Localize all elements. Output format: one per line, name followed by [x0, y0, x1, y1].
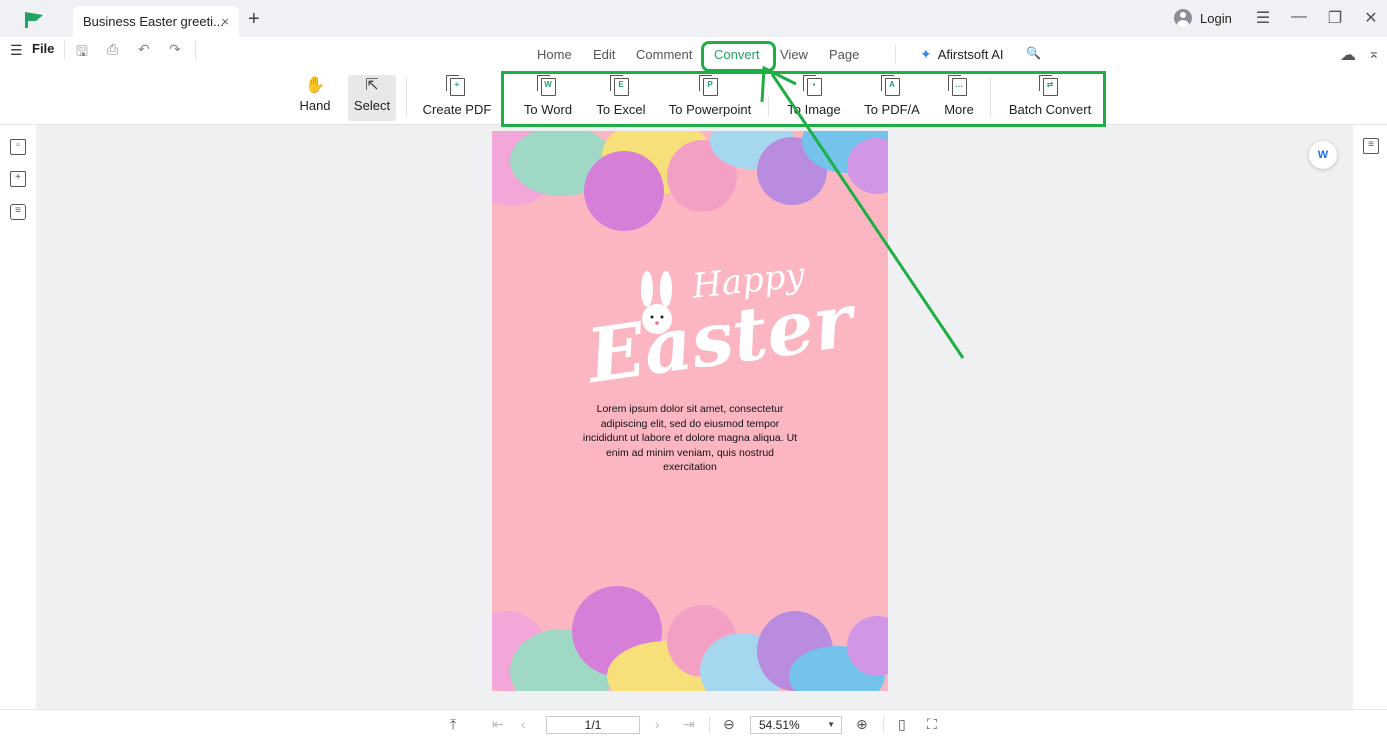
chevron-down-icon: ▼: [827, 720, 835, 729]
hand-icon: ✋: [305, 77, 325, 94]
login-button[interactable]: Login: [1174, 9, 1232, 27]
comment-icon[interactable]: ≡: [10, 204, 26, 220]
create-pdf-label: Create PDF: [422, 102, 492, 117]
thumbnail-icon[interactable]: ▫: [10, 139, 26, 155]
avatar-icon: [1174, 9, 1192, 27]
to-powerpoint-button[interactable]: P To Powerpoint: [666, 75, 754, 121]
single-page-icon[interactable]: ▯: [898, 716, 906, 733]
document-tab[interactable]: Business Easter greeti... ×: [73, 6, 239, 37]
tab-comment[interactable]: Comment: [636, 47, 692, 62]
powerpoint-file-icon: P: [698, 75, 718, 96]
divider: [990, 77, 991, 117]
app-logo: [25, 12, 43, 28]
print-icon[interactable]: ⎙: [107, 41, 118, 58]
divider: [709, 717, 710, 733]
file-menu[interactable]: File: [32, 41, 54, 56]
select-label: Select: [353, 98, 391, 113]
tab-close-icon[interactable]: ×: [221, 6, 229, 37]
tab-title: Business Easter greeti...: [83, 14, 224, 29]
divider: [64, 41, 65, 59]
login-label: Login: [1200, 10, 1232, 26]
zoom-out-icon[interactable]: ⊖: [723, 716, 735, 733]
hamburger-icon[interactable]: ☰: [10, 42, 23, 59]
right-sidebar: ≡: [1353, 125, 1387, 709]
hand-tool-button[interactable]: ✋ Hand: [294, 75, 336, 121]
collapse-ribbon-icon[interactable]: ⌅: [1368, 45, 1380, 62]
to-word-button[interactable]: W To Word: [520, 75, 576, 121]
last-page-icon[interactable]: ⇥: [683, 716, 695, 733]
fit-screen-icon[interactable]: ⛶: [927, 716, 937, 733]
to-excel-label: To Excel: [596, 102, 646, 117]
status-bar: ⤒ ⇤ ‹ 1/1 › ⇥ ⊖ 54.51% ▼ ⊕ ▯ ⛶: [0, 709, 1387, 739]
zoom-select[interactable]: 54.51% ▼: [750, 716, 842, 734]
batch-convert-button[interactable]: ⇄ Batch Convert: [1006, 75, 1094, 121]
menu-icon[interactable]: ☰: [1253, 8, 1273, 28]
to-powerpoint-label: To Powerpoint: [668, 102, 752, 117]
body-text: Lorem ipsum dolor sit amet, consectetur …: [582, 403, 798, 473]
zoom-in-icon[interactable]: ⊕: [856, 716, 868, 733]
zoom-value: 54.51%: [759, 718, 800, 732]
new-tab-button[interactable]: +: [248, 8, 260, 30]
create-pdf-button[interactable]: + Create PDF: [422, 75, 492, 121]
create-pdf-icon: +: [445, 75, 465, 96]
divider: [406, 77, 407, 117]
annotation-arrow: [760, 65, 965, 359]
search-icon[interactable]: 🔍: [1026, 46, 1041, 60]
scroll-top-icon[interactable]: ⤒: [450, 716, 456, 733]
tab-edit[interactable]: Edit: [593, 47, 615, 62]
page-number-input[interactable]: 1/1: [546, 716, 640, 734]
divider: [883, 717, 884, 733]
tab-home[interactable]: Home: [537, 47, 572, 62]
undo-icon[interactable]: ↶: [138, 41, 150, 58]
translate-float-button[interactable]: W: [1309, 141, 1337, 169]
title-bar: Business Easter greeti... × + Login ☰ — …: [0, 0, 1387, 37]
to-word-label: To Word: [523, 102, 573, 117]
redo-icon[interactable]: ↷: [169, 41, 181, 58]
select-tool-button[interactable]: ⇱ Select: [348, 75, 396, 121]
cloud-icon[interactable]: ☁: [1340, 45, 1356, 65]
bookmark-icon[interactable]: +: [10, 171, 26, 187]
first-page-icon[interactable]: ⇤: [492, 716, 504, 733]
hand-label: Hand: [299, 98, 331, 113]
batch-convert-label: Batch Convert: [1008, 102, 1092, 117]
cursor-icon: ⇱: [365, 77, 379, 94]
left-sidebar: ▫ + ≡: [0, 125, 36, 709]
to-excel-button[interactable]: E To Excel: [594, 75, 648, 121]
divider: [195, 41, 196, 59]
close-window-button[interactable]: ✕: [1361, 8, 1381, 28]
previous-page-icon[interactable]: ‹: [521, 716, 526, 732]
menu-bar: ☰ File 🖫 ⎙ ↶ ↷ Home Edit Comment Convert…: [0, 37, 1387, 71]
convert-toolbar: ✋ Hand ⇱ Select + Create PDF W To Word E…: [0, 71, 1387, 125]
minimize-button[interactable]: —: [1289, 8, 1309, 26]
excel-file-icon: E: [609, 75, 629, 96]
next-page-icon[interactable]: ›: [655, 716, 660, 732]
batch-convert-icon: ⇄: [1038, 75, 1058, 96]
word-file-icon: W: [536, 75, 556, 96]
properties-icon[interactable]: ≡: [1363, 138, 1379, 154]
save-icon[interactable]: 🖫: [76, 41, 88, 65]
restore-button[interactable]: ❐: [1325, 8, 1345, 28]
